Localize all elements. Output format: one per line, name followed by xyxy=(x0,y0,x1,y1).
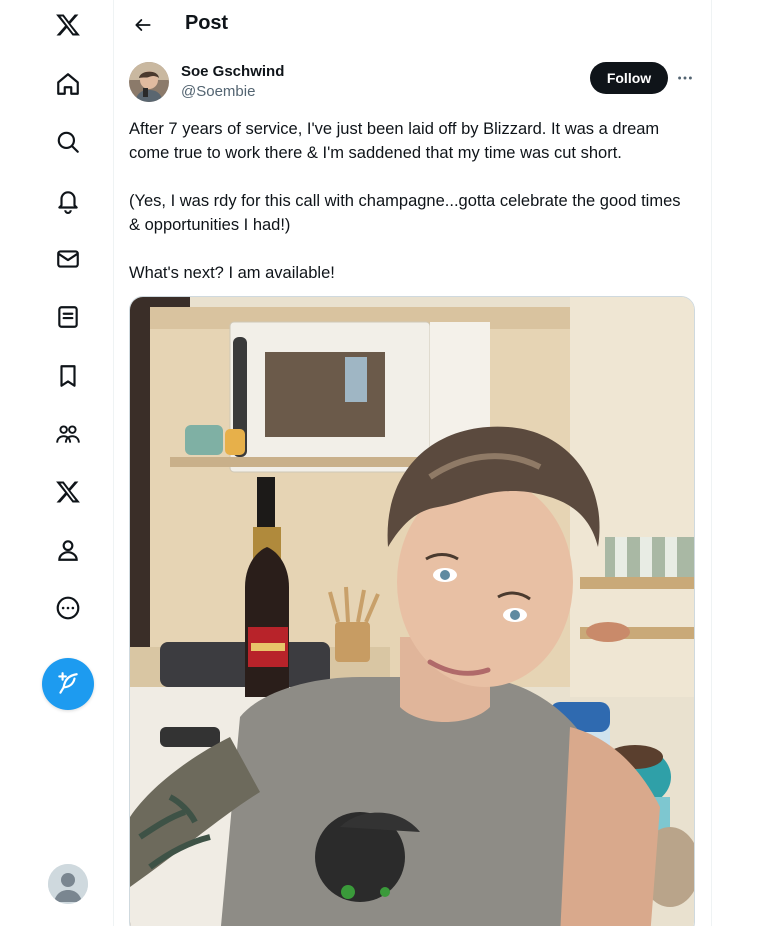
more-horizontal-icon xyxy=(678,76,692,80)
post-text: After 7 years of service, I've just been… xyxy=(129,117,695,309)
author-handle[interactable]: @Soembie xyxy=(181,83,255,100)
post-photo[interactable] xyxy=(129,296,695,926)
arrow-left-icon xyxy=(135,19,151,31)
column-divider xyxy=(711,0,712,926)
left-nav xyxy=(0,0,113,926)
lists-icon[interactable] xyxy=(48,297,88,337)
messages-icon[interactable] xyxy=(48,239,88,279)
column-divider xyxy=(113,0,114,926)
account-avatar[interactable] xyxy=(48,864,88,904)
premium-x-icon[interactable] xyxy=(48,472,88,512)
compose-post-button[interactable] xyxy=(42,658,94,710)
post-paragraph: After 7 years of service, I've just been… xyxy=(129,120,660,162)
author-avatar[interactable] xyxy=(129,62,169,102)
back-button[interactable] xyxy=(128,10,158,40)
post-paragraph: (Yes, I was rdy for this call with champ… xyxy=(129,192,681,234)
post-header: Post xyxy=(114,0,711,50)
profile-icon[interactable] xyxy=(48,530,88,570)
bookmarks-icon[interactable] xyxy=(48,356,88,396)
feather-plus-icon xyxy=(58,672,78,694)
home-icon[interactable] xyxy=(48,64,88,104)
more-icon[interactable] xyxy=(48,588,88,628)
communities-icon[interactable] xyxy=(48,414,88,454)
page-title: Post xyxy=(185,12,228,34)
post-paragraph: What's next? I am available! xyxy=(129,264,335,282)
notifications-icon[interactable] xyxy=(48,181,88,221)
post-more-options-button[interactable] xyxy=(675,68,695,88)
follow-button[interactable]: Follow xyxy=(590,62,668,94)
x-logo-icon[interactable] xyxy=(48,5,88,45)
search-icon[interactable] xyxy=(48,122,88,162)
author-name[interactable]: Soe Gschwind xyxy=(181,63,284,80)
